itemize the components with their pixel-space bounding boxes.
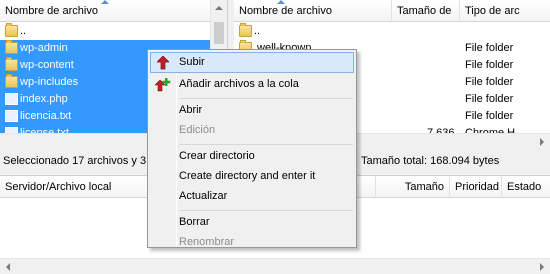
folder-icon — [5, 57, 18, 71]
remote-column-type[interactable]: Tipo de arc — [460, 0, 550, 22]
upload-arrow-icon — [157, 56, 169, 70]
php-file-icon — [5, 93, 18, 105]
menu-item-add-to-queue[interactable]: Añadir archivos a la cola — [150, 74, 354, 95]
menu-item-edicion: Edición — [179, 124, 216, 136]
add-to-queue-icon — [155, 78, 171, 92]
menu-item-actualizar[interactable]: Actualizar — [150, 186, 354, 207]
menu-item-renombrar: Renombrar — [179, 236, 235, 248]
menu-item-create-directory-enter[interactable]: Create directory and enter it — [150, 166, 354, 187]
menu-item-abrir[interactable]: Abrir — [150, 100, 354, 121]
scroll-up-icon[interactable] — [215, 6, 223, 10]
queue-horizontal-scrollbar[interactable] — [0, 258, 550, 274]
scroll-right-icon[interactable] — [540, 138, 544, 146]
context-menu: Subir Añadir archivos a la cola Abrir Ed… — [147, 49, 357, 248]
menu-item-crear-directorio[interactable]: Crear directorio — [150, 146, 354, 167]
sort-ascending-icon — [277, 0, 286, 4]
remote-status-text: Tamaño total: 168.094 bytes — [361, 155, 500, 167]
queue-column-state[interactable]: Estado — [502, 176, 550, 198]
sort-ascending-icon — [101, 0, 109, 4]
scrollbar-thumb[interactable] — [214, 22, 224, 44]
local-column-name[interactable]: Nombre de archivo — [0, 0, 211, 22]
local-list-header: Nombre de archivo — [0, 0, 227, 22]
local-status-text: Seleccionado 17 archivos y 3 d — [3, 155, 153, 167]
folder-icon — [5, 74, 18, 88]
menu-item-borrar[interactable]: Borrar — [150, 212, 354, 233]
list-item[interactable]: .. — [234, 23, 550, 40]
remote-column-name[interactable]: Nombre de archivo — [234, 0, 392, 22]
remote-column-size[interactable]: Tamaño de — [392, 0, 460, 22]
queue-column-size[interactable]: Tamaño — [376, 176, 450, 198]
queue-column-priority[interactable]: Prioridad — [450, 176, 502, 198]
scroll-right-icon[interactable] — [540, 263, 544, 271]
scroll-left-icon[interactable] — [6, 263, 10, 271]
menu-item-subir[interactable]: Subir — [150, 52, 354, 73]
folder-icon — [5, 40, 18, 54]
list-item[interactable]: .. — [0, 23, 211, 40]
folder-icon — [239, 23, 252, 37]
remote-list-header: Nombre de archivo Tamaño de Tipo de arc — [234, 0, 550, 22]
folder-icon — [5, 23, 18, 37]
text-file-icon — [5, 110, 18, 122]
